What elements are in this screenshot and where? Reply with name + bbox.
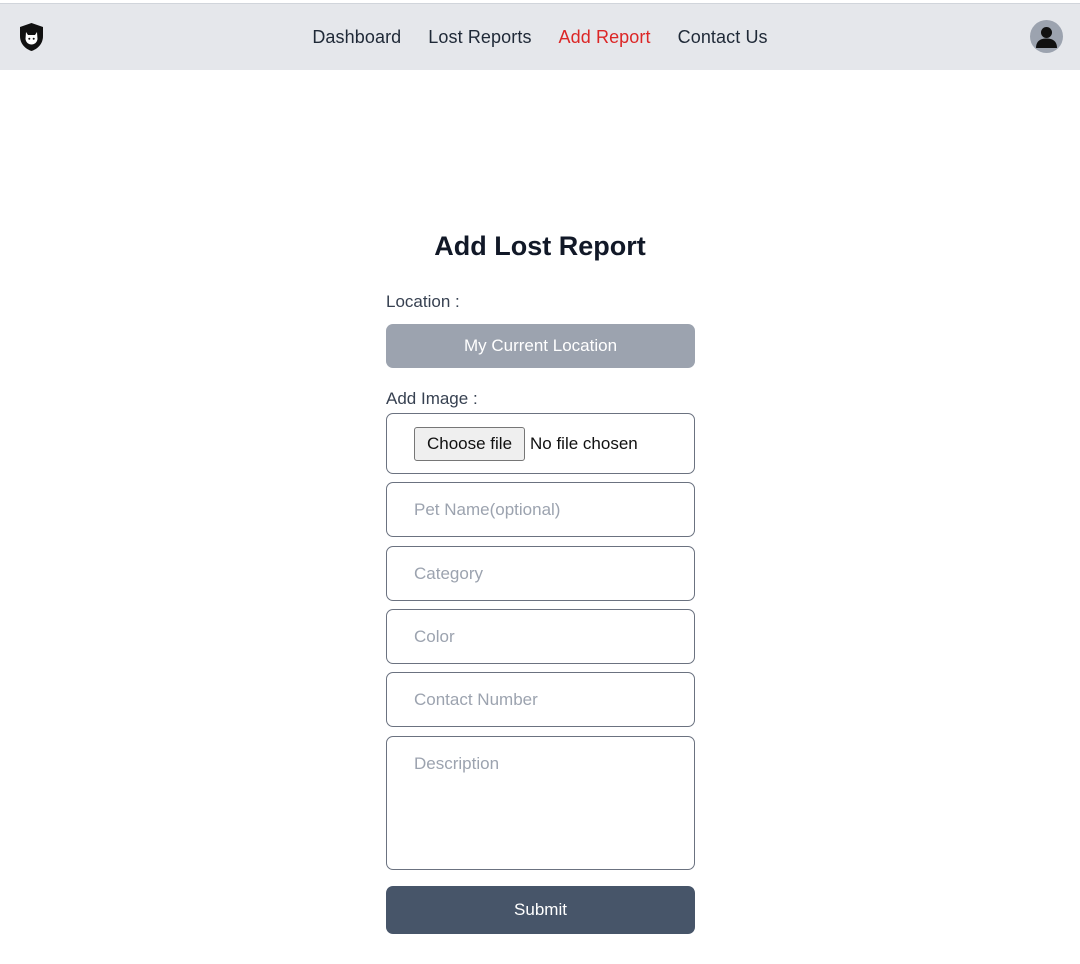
submit-button[interactable]: Submit [386,886,695,934]
page-title: Add Lost Report [434,231,646,261]
top-navbar: Dashboard Lost Reports Add Report Contac… [0,3,1080,70]
location-label: Location : [386,292,460,311]
nav-link-lost-reports[interactable]: Lost Reports [428,27,531,48]
contact-number-input[interactable]: Contact Number [386,672,695,727]
nav-link-add-report[interactable]: Add Report [559,27,651,48]
color-input[interactable]: Color [386,609,695,664]
category-input[interactable]: Category [386,546,695,601]
nav-link-contact-us[interactable]: Contact Us [678,27,768,48]
image-file-input[interactable]: Choose file No file chosen [386,413,695,474]
pet-name-input[interactable]: Pet Name(optional) [386,482,695,537]
nav-link-dashboard[interactable]: Dashboard [312,27,401,48]
choose-file-button[interactable]: Choose file [414,427,525,461]
main-nav: Dashboard Lost Reports Add Report Contac… [0,4,1080,71]
current-location-button[interactable]: My Current Location [386,324,695,368]
description-textarea[interactable]: Description [386,736,695,870]
file-status-text: No file chosen [530,434,638,453]
add-image-label: Add Image : [386,389,478,408]
user-avatar-icon[interactable] [1030,20,1063,53]
